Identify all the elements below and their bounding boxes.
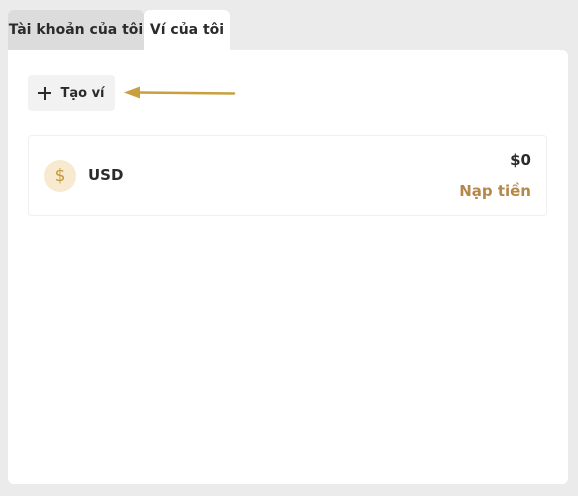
wallet-currency: USD [88, 166, 124, 184]
arrow-annotation-icon [124, 86, 236, 99]
dollar-coin-icon: $ [44, 160, 76, 192]
deposit-link[interactable]: Nạp tiền [459, 182, 531, 200]
tab-my-wallet[interactable]: Ví của tôi [144, 10, 230, 50]
wallet-card: $ USD $0 Nạp tiền [28, 135, 547, 216]
tab-my-wallet-label: Ví của tôi [149, 22, 225, 38]
create-wallet-label: Tạo ví [60, 85, 105, 101]
plus-icon [38, 86, 52, 100]
create-wallet-button[interactable]: Tạo ví [28, 75, 115, 111]
wallet-panel: Tạo ví $ USD $0 Nạp tiền [8, 50, 568, 484]
wallet-balance: $0 [510, 151, 531, 169]
tab-my-account-label: Tài khoản của tôi [8, 22, 144, 38]
tab-my-account[interactable]: Tài khoản của tôi [8, 10, 144, 50]
tab-bar: Tài khoản của tôi Ví của tôi [8, 10, 230, 50]
